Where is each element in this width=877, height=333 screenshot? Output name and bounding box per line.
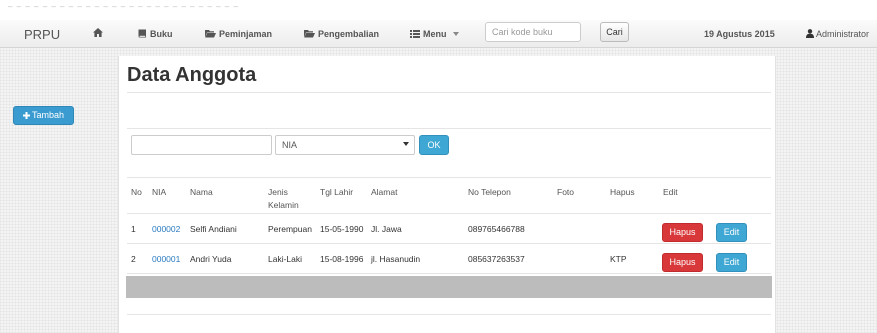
add-member-button[interactable]: Tambah — [13, 106, 74, 125]
folder-open-icon — [205, 30, 216, 38]
caret-down-icon — [453, 32, 460, 36]
cell-nama: Andri Yuda — [190, 254, 232, 264]
column-header-alamat: Alamat — [371, 187, 398, 197]
nav-item-pengembalian[interactable]: Pengembalian — [304, 29, 379, 39]
search-button[interactable]: Cari — [600, 22, 629, 42]
title-divider — [127, 92, 771, 93]
table-top-divider — [127, 177, 771, 178]
edit-button[interactable]: Edit — [716, 253, 747, 272]
column-header-jenis-kelamin: Jenis Kelamin — [268, 187, 299, 210]
list-icon — [410, 30, 420, 38]
nav-item-label: Buku — [150, 29, 173, 39]
column-header-hapus: Hapus — [610, 187, 635, 197]
top-strip-text: ‒ ‒ ‒ ‒ ‒ ‒ ‒ ‒ ‒ ‒ ‒ ‒ ‒ ‒ ‒ ‒ ‒ ‒ ‒ ‒ … — [8, 4, 239, 10]
home-icon[interactable] — [93, 28, 106, 38]
nav-item-peminjaman[interactable]: Peminjaman — [205, 29, 272, 39]
current-date: 19 Agustus 2015 — [704, 29, 775, 39]
book-icon — [138, 29, 146, 38]
nav-item-menu[interactable]: Menu — [410, 29, 462, 39]
cell-no: 2 — [131, 254, 136, 264]
nav-item-label: Menu — [423, 29, 447, 39]
toolbar-divider — [127, 128, 771, 129]
cell-no-telepon: 089765466788 — [468, 224, 525, 234]
nav-item-label: Pengembalian — [318, 29, 380, 39]
row-divider — [127, 273, 771, 274]
column-header-nia: NIA — [152, 187, 167, 197]
user-name: Administrator — [816, 29, 870, 39]
browser-top-strip: ‒ ‒ ‒ ‒ ‒ ‒ ‒ ‒ ‒ ‒ ‒ ‒ ‒ ‒ ‒ ‒ ‒ ‒ ‒ ‒ … — [0, 0, 877, 20]
folder-open-icon — [304, 30, 315, 38]
column-header-nama: Nama — [190, 187, 213, 197]
filter-ok-button[interactable]: OK — [419, 135, 449, 155]
filter-select-value: NIA — [282, 140, 298, 150]
user-menu[interactable]: Administrator — [806, 29, 869, 39]
cell-alamat: jl. Hasanudin — [371, 254, 421, 264]
cell-jenis-kelamin: Laki-Laki — [268, 254, 303, 264]
column-header-no: No — [131, 187, 142, 197]
delete-button[interactable]: Hapus — [662, 223, 703, 242]
bottom-divider — [127, 314, 771, 315]
cell-hapus: KTP — [610, 254, 627, 264]
cell-nama: Selfi Andiani — [190, 224, 237, 234]
nav-item-buku[interactable]: Buku — [138, 29, 173, 39]
row-divider — [127, 243, 771, 244]
delete-button[interactable]: Hapus — [662, 253, 703, 272]
column-header-tgl-lahir: Tgl Lahir — [320, 187, 354, 197]
filter-select[interactable]: NIA — [275, 135, 415, 155]
cell-jenis-kelamin: Perempuan — [268, 224, 312, 234]
cell-nia-link[interactable]: 000001 — [152, 254, 180, 264]
brand[interactable]: PRPU — [24, 27, 60, 42]
search-input[interactable] — [485, 22, 581, 42]
column-header-edit: Edit — [663, 187, 678, 197]
header-divider — [127, 213, 771, 214]
user-icon — [806, 29, 814, 38]
edit-button[interactable]: Edit — [716, 223, 747, 242]
cell-nia-link[interactable]: 000002 — [152, 224, 180, 234]
cell-tgl-lahir: 15-05-1990 — [320, 224, 364, 234]
nav-item-label: Peminjaman — [219, 29, 273, 39]
filter-input[interactable] — [131, 135, 272, 155]
cell-alamat: Jl. Jawa — [371, 224, 402, 234]
cell-no: 1 — [131, 224, 136, 234]
add-button-label: Tambah — [31, 110, 65, 120]
cell-tgl-lahir: 15-08-1996 — [320, 254, 364, 264]
page-title: Data Anggota — [127, 64, 257, 86]
plus-icon — [22, 112, 30, 119]
cell-no-telepon: 085637263537 — [468, 254, 525, 264]
caret-down-icon — [403, 142, 409, 146]
table-footer-bar — [126, 276, 772, 298]
column-header-foto: Foto — [557, 187, 575, 197]
column-header-no-telepon: No Telepon — [468, 187, 511, 197]
